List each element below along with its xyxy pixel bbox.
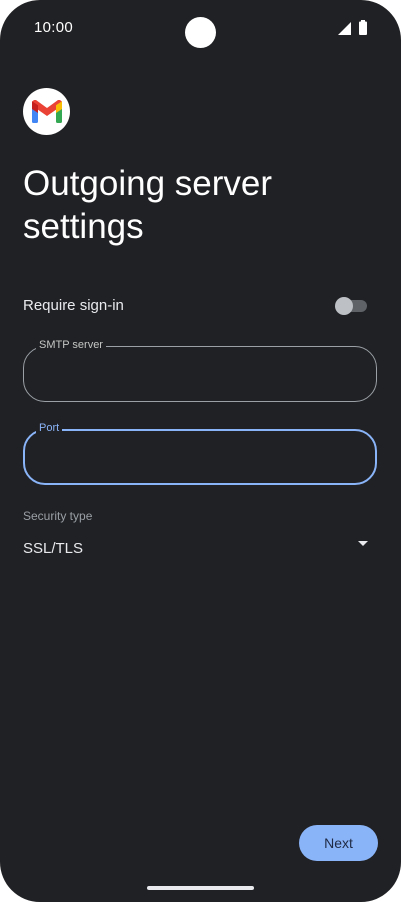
smtp-server-label: SMTP server [36, 338, 106, 352]
gmail-m-icon [31, 100, 62, 123]
security-type-value: SSL/TLS [23, 540, 84, 557]
require-signin-label: Require sign-in [23, 297, 124, 314]
port-input[interactable] [39, 445, 363, 473]
status-time: 10:00 [34, 19, 74, 36]
battery-icon [359, 20, 367, 35]
phone-screen: 10:00 Outgoing server settings Require s… [0, 0, 401, 902]
smtp-server-input[interactable] [38, 361, 362, 389]
next-button[interactable]: Next [299, 825, 378, 861]
navigation-handle[interactable] [147, 886, 254, 890]
port-field[interactable]: Port [23, 421, 377, 485]
security-type-label: Security type [23, 509, 93, 523]
dropdown-arrow-icon [358, 541, 368, 546]
cellular-signal-icon [338, 22, 351, 35]
port-label: Port [36, 421, 63, 435]
page-title: Outgoing server settings [23, 164, 273, 246]
security-type-select[interactable]: SSL/TLS [23, 534, 373, 562]
toggle-thumb [335, 297, 353, 315]
smtp-server-field[interactable]: SMTP server [23, 338, 377, 402]
front-camera [185, 17, 216, 48]
gmail-logo-icon [23, 88, 70, 135]
require-signin-toggle[interactable] [335, 297, 367, 315]
